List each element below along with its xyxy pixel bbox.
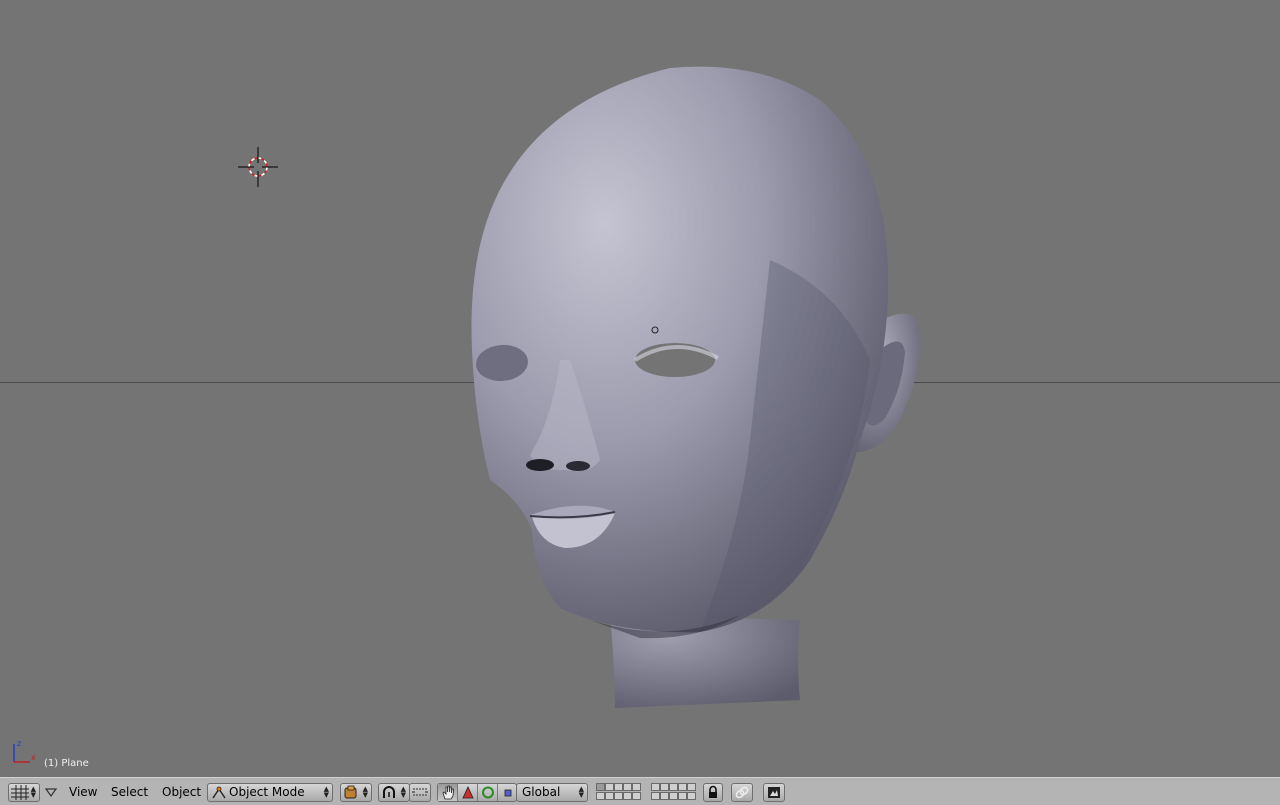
pivot-selector[interactable]: ▲ ▼ [378,783,410,802]
axis-gizmo-icon: z x [13,739,36,763]
draw-type-selector[interactable]: ▲ ▼ [340,783,372,802]
translate-toggle[interactable] [458,784,478,801]
lock-layers-button[interactable] [703,783,723,802]
svg-text:x: x [31,753,36,762]
snap-icon [412,788,428,796]
menu-select[interactable]: Select [111,784,148,801]
render-preview-button[interactable] [763,783,785,802]
layer-buttons-group-2[interactable] [651,783,699,802]
manipulator-toggle[interactable] [438,784,458,801]
object-mode-icon [212,786,226,799]
rotate-icon [482,786,494,799]
render-icon [768,787,780,798]
lock-icon [709,785,717,798]
manipulator-group [437,783,517,802]
active-object-label: (1) Plane [44,758,89,769]
updown-arrows-icon: ▲ ▼ [323,785,329,799]
pivot-icon [383,786,395,798]
3d-cursor-icon [238,147,278,187]
translate-icon [462,786,474,799]
mode-selector[interactable]: Object Mode ▲ ▼ [207,783,333,802]
viewport-grid-icon [11,785,29,800]
updown-arrows-icon: ▲ ▼ [362,785,368,799]
link-scene-button[interactable] [731,783,753,802]
orientation-label: Global [522,785,561,799]
hand-grab-icon [442,785,454,800]
updown-arrows-icon: ▲ ▼ [400,785,406,799]
editor-type-selector[interactable]: ▲ ▼ [8,783,40,802]
updown-arrows-icon: ▲ ▼ [578,785,584,799]
draw-type-icon [344,785,357,799]
rotate-toggle[interactable] [478,784,498,801]
snap-button[interactable] [409,783,431,802]
mode-label: Object Mode [229,785,305,799]
menu-object[interactable]: Object [162,784,201,801]
svg-text:z: z [17,739,21,748]
head-mesh[interactable] [440,60,940,720]
viewport-header: ▲ ▼ View Select Object Object Mode ▲ ▼ ▲ ▼ … [0,777,1280,805]
layer-buttons-group-1[interactable] [596,783,644,802]
collapse-triangle-icon[interactable] [45,788,57,798]
3d-viewport[interactable]: z x (1) Plane [0,0,1280,777]
orientation-selector[interactable]: Global ▲ ▼ [516,783,588,802]
scale-icon [504,789,512,797]
menu-view[interactable]: View [69,784,97,801]
link-icon [735,786,749,799]
scale-toggle[interactable] [498,784,518,801]
updown-arrows-icon: ▲ ▼ [30,785,36,799]
